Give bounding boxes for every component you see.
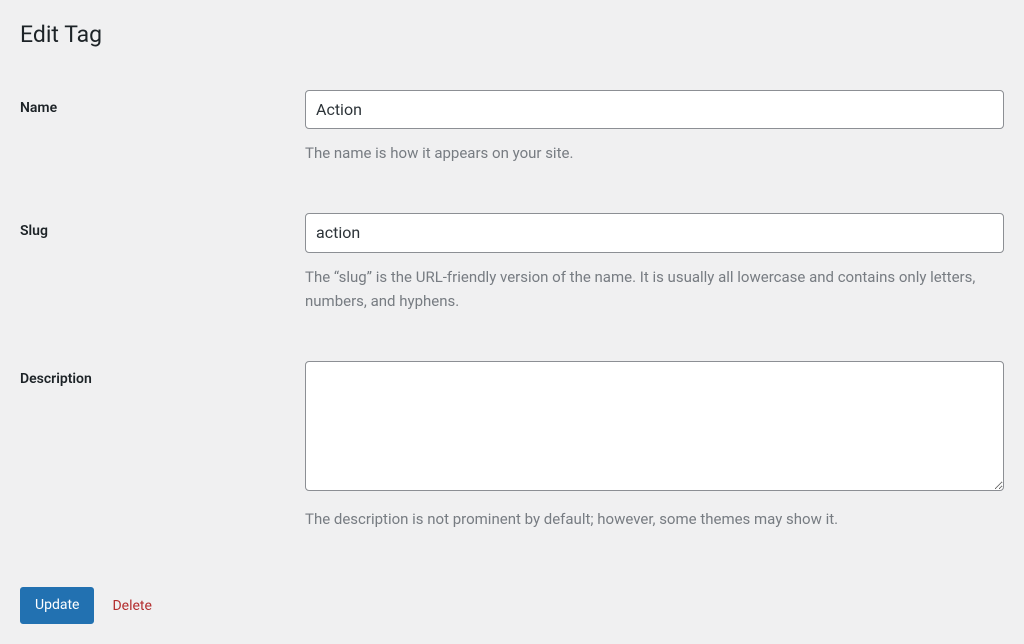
name-field-wrap: The name is how it appears on your site. — [305, 90, 1004, 166]
description-label: Description — [20, 361, 305, 387]
form-actions: Update Delete — [20, 587, 1004, 624]
name-description: The name is how it appears on your site. — [305, 141, 1004, 165]
description-input[interactable] — [305, 361, 1004, 491]
page-title: Edit Tag — [20, 20, 1004, 50]
name-row: Name The name is how it appears on your … — [20, 90, 1004, 166]
update-button[interactable]: Update — [20, 587, 94, 624]
slug-description: The “slug” is the URL-friendly version o… — [305, 265, 1004, 313]
name-label: Name — [20, 90, 305, 116]
slug-input[interactable] — [305, 213, 1004, 253]
slug-field-wrap: The “slug” is the URL-friendly version o… — [305, 213, 1004, 313]
name-input[interactable] — [305, 90, 1004, 130]
description-row: Description The description is not promi… — [20, 361, 1004, 531]
edit-tag-form: Name The name is how it appears on your … — [20, 90, 1004, 531]
slug-row: Slug The “slug” is the URL-friendly vers… — [20, 213, 1004, 313]
description-description: The description is not prominent by defa… — [305, 507, 1004, 531]
description-field-wrap: The description is not prominent by defa… — [305, 361, 1004, 531]
delete-link[interactable]: Delete — [112, 598, 151, 614]
slug-label: Slug — [20, 213, 305, 239]
